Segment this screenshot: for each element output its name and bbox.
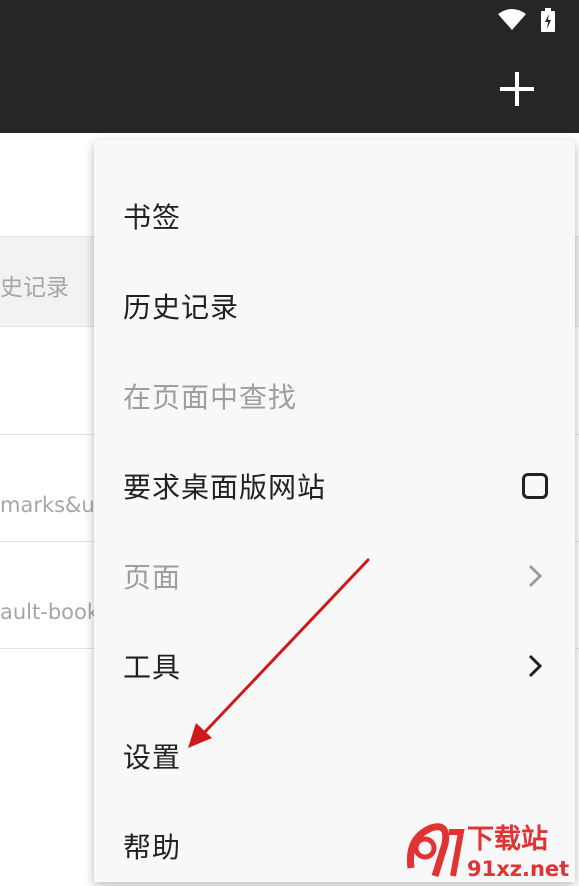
chevron-right-icon xyxy=(528,564,543,588)
plus-icon[interactable] xyxy=(496,68,538,110)
menu-item-label: 设置 xyxy=(123,741,182,774)
svg-text:下载站: 下载站 xyxy=(467,824,548,855)
list-item-url: marks&ut xyxy=(0,493,103,517)
menu-item-label: 工具 xyxy=(123,651,182,684)
top-app-bar xyxy=(0,0,579,133)
menu-item-bookmarks[interactable]: 书签 xyxy=(94,171,575,261)
menu-item-label: 在页面中查找 xyxy=(123,381,298,414)
chevron-right-icon xyxy=(528,654,543,678)
desktop-site-checkbox[interactable] xyxy=(522,473,548,499)
battery-charging-icon xyxy=(541,8,555,32)
svg-text:91xz.net: 91xz.net xyxy=(467,857,569,881)
menu-item-settings[interactable]: 设置 xyxy=(94,711,575,801)
history-tab-label: 史记录 xyxy=(0,275,69,301)
overflow-menu: 书签 历史记录 在页面中查找 要求桌面版网站 页面 工具 设置 帮助 xyxy=(94,140,575,882)
wifi-icon xyxy=(498,9,526,30)
menu-item-label: 页面 xyxy=(123,561,182,594)
menu-item-tools[interactable]: 工具 xyxy=(94,621,575,711)
menu-item-label: 书签 xyxy=(123,201,182,234)
list-item-url: ault-book xyxy=(0,600,100,624)
menu-item-find-in-page: 在页面中查找 xyxy=(94,351,575,441)
status-bar xyxy=(497,8,555,32)
menu-item-label: 要求桌面版网站 xyxy=(123,471,327,504)
menu-item-desktop-site[interactable]: 要求桌面版网站 xyxy=(94,441,575,531)
menu-item-page: 页面 xyxy=(94,531,575,621)
menu-item-label: 历史记录 xyxy=(123,291,240,324)
watermark-logo: 下载站 91xz.net xyxy=(405,818,579,882)
menu-item-label: 帮助 xyxy=(123,831,182,864)
menu-item-history[interactable]: 历史记录 xyxy=(94,261,575,351)
